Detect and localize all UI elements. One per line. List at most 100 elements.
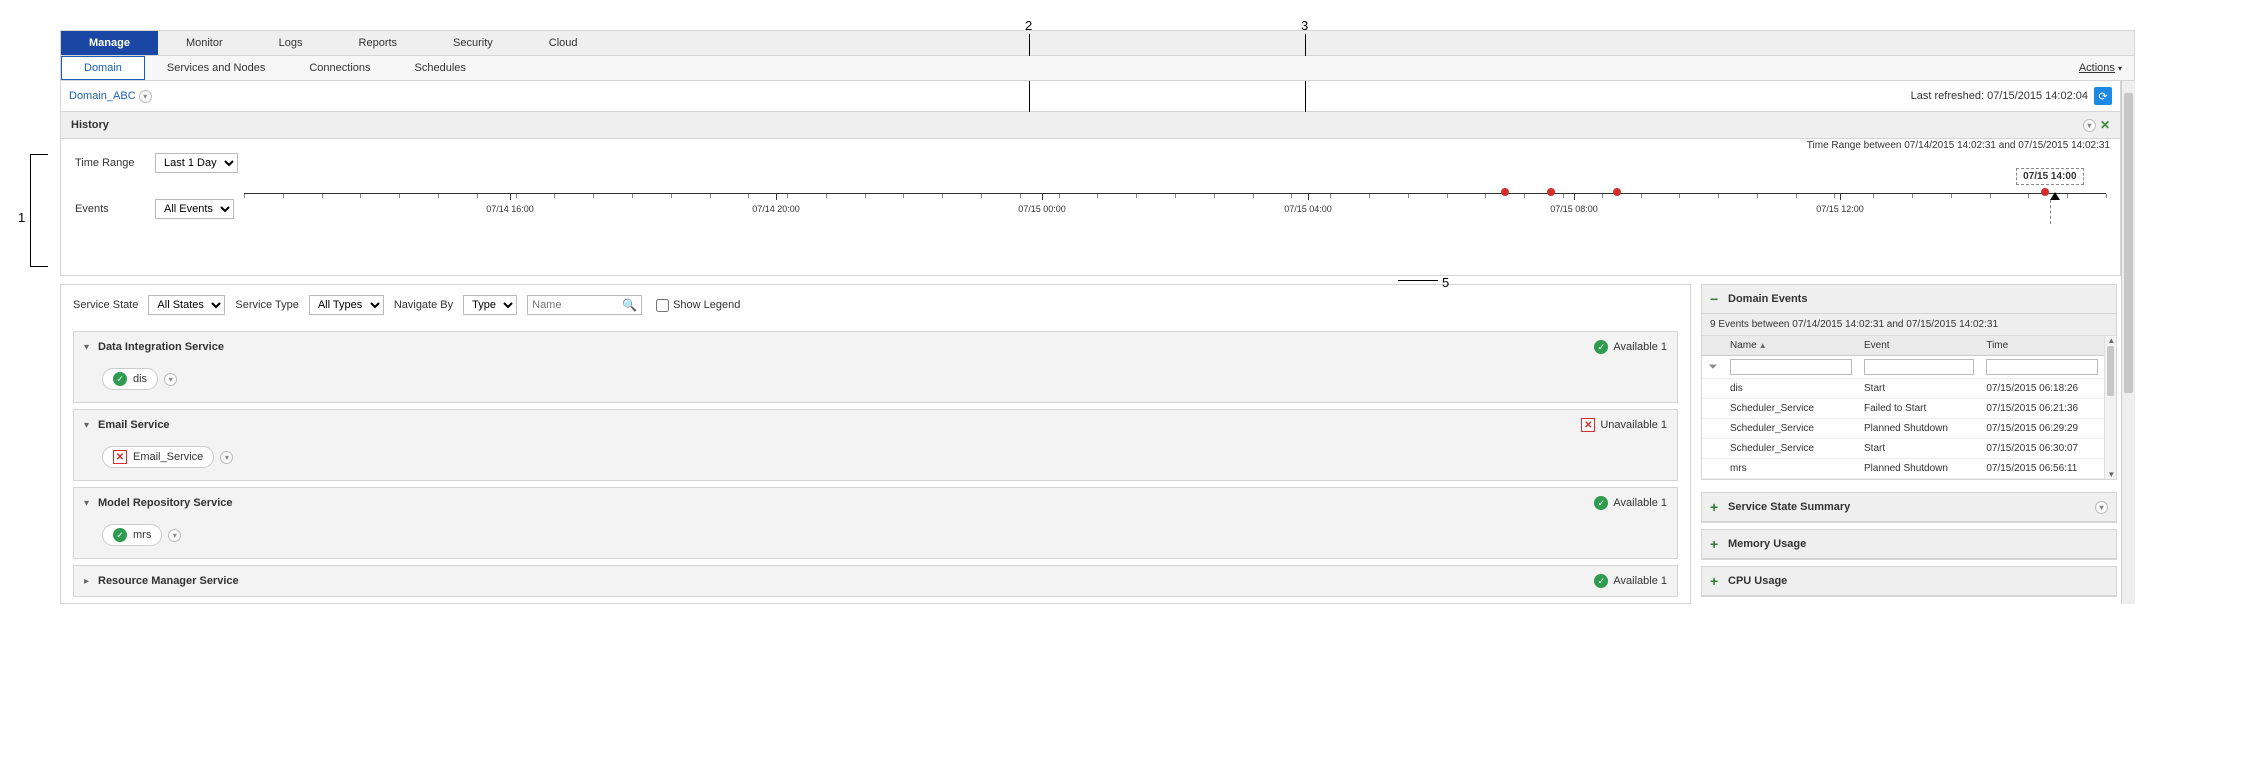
service-group-header[interactable]: ▾Data Integration Service✓Available 1	[74, 332, 1677, 362]
service-group-header[interactable]: ▾Email Service✕Unavailable 1	[74, 410, 1677, 440]
domain-events-subtitle: 9 Events between 07/14/2015 14:02:31 and…	[1702, 314, 2116, 336]
timeline-event-dot[interactable]	[1547, 188, 1555, 196]
service-item[interactable]: ✓ dis	[102, 368, 158, 390]
events-row[interactable]: Scheduler_ServiceFailed to Start07/15/20…	[1702, 399, 2104, 419]
history-menu-icon[interactable]: ▾	[2083, 119, 2096, 132]
service-group-title: Email Service	[98, 419, 170, 431]
events-row[interactable]: disStart07/15/2015 06:18:26	[1702, 379, 2104, 399]
status-ok-icon: ✓	[113, 372, 127, 386]
tab-monitor[interactable]: Monitor	[158, 31, 251, 55]
side-panel-title: Memory Usage	[1728, 538, 1806, 550]
service-status-text: Available 1	[1613, 497, 1667, 509]
service-item-name: mrs	[133, 529, 151, 541]
page-scrollbar[interactable]	[2121, 81, 2135, 604]
tab-manage[interactable]: Manage	[61, 31, 158, 55]
tab-cloud[interactable]: Cloud	[521, 31, 606, 55]
event-name: Scheduler_Service	[1724, 399, 1858, 419]
history-range-text: Time Range between 07/14/2015 14:02:31 a…	[1807, 140, 2110, 151]
chevron-icon: ▾	[84, 498, 94, 509]
service-state-label: Service State	[73, 299, 138, 311]
events-row[interactable]: Scheduler_ServicePlanned Shutdown07/15/2…	[1702, 419, 2104, 439]
status-error-icon: ✕	[1581, 418, 1595, 432]
collapse-icon[interactable]: −	[1710, 291, 1724, 307]
secondary-nav: DomainServices and NodesConnectionsSched…	[60, 56, 2135, 81]
events-col-header[interactable]: Event	[1858, 336, 1980, 356]
timeline-marker-arrow[interactable]	[2050, 192, 2060, 200]
service-group-header[interactable]: ▸Resource Manager Service✓Available 1	[74, 566, 1677, 596]
primary-nav: ManageMonitorLogsReportsSecurityCloud	[60, 30, 2135, 56]
expand-icon[interactable]: +	[1710, 499, 1724, 515]
events-row[interactable]: mrsPlanned Shutdown07/15/2015 06:56:11	[1702, 459, 2104, 479]
service-item-name: dis	[133, 373, 147, 385]
timeline-tick-label: 07/15 08:00	[1550, 204, 1598, 214]
status-ok-icon: ✓	[113, 528, 127, 542]
service-item-menu-icon[interactable]: ▾	[220, 451, 233, 464]
service-item[interactable]: ✓ mrs	[102, 524, 162, 546]
timeline[interactable]: 07/14 16:0007/14 20:0007/15 00:0007/15 0…	[244, 193, 2106, 233]
service-search-input[interactable]	[532, 299, 622, 311]
timeline-tick-label: 07/15 12:00	[1816, 204, 1864, 214]
side-panel-header[interactable]: +Service State Summary▾	[1702, 493, 2116, 522]
history-title: History	[71, 119, 109, 131]
side-panel-header[interactable]: + Memory Usage	[1702, 530, 2116, 559]
subtab-services-and-nodes[interactable]: Services and Nodes	[145, 57, 287, 79]
events-scrollbar[interactable]: ▲ ▼	[2104, 336, 2116, 479]
tab-reports[interactable]: Reports	[331, 31, 426, 55]
events-row[interactable]: Scheduler_ServiceStart07/15/2015 06:30:0…	[1702, 439, 2104, 459]
side-panel: +Service State Summary▾	[1701, 492, 2117, 523]
service-group: ▾Data Integration Service✓Available 1 ✓ di…	[73, 331, 1678, 403]
service-item-menu-icon[interactable]: ▾	[168, 529, 181, 542]
service-group: ▸Resource Manager Service✓Available 1	[73, 565, 1678, 597]
filter-event-input[interactable]	[1864, 359, 1974, 375]
history-header: History ▾ ✕	[61, 112, 2120, 139]
timeline-tick-label: 07/14 20:00	[752, 204, 800, 214]
service-search[interactable]: 🔍	[527, 295, 642, 315]
last-refreshed-text: Last refreshed: 07/15/2015 14:02:04	[1911, 90, 2088, 102]
event-time: 07/15/2015 06:21:36	[1980, 399, 2104, 419]
tab-security[interactable]: Security	[425, 31, 521, 55]
timeline-event-dot[interactable]	[1613, 188, 1621, 196]
timeline-event-dot[interactable]	[2041, 188, 2049, 196]
subtab-schedules[interactable]: Schedules	[393, 57, 488, 79]
timeline-tick-label: 07/14 16:00	[486, 204, 534, 214]
tab-logs[interactable]: Logs	[251, 31, 331, 55]
service-state-select[interactable]: All States	[148, 295, 225, 315]
filter-time-input[interactable]	[1986, 359, 2098, 375]
event-name: dis	[1724, 379, 1858, 399]
events-filter-select[interactable]: All Events	[155, 199, 234, 219]
callout-1: 1	[18, 210, 25, 225]
event-name: Scheduler_Service	[1724, 439, 1858, 459]
events-col-header[interactable]: Name▲	[1724, 336, 1858, 356]
service-group-header[interactable]: ▾Model Repository Service✓Available 1	[74, 488, 1677, 518]
service-group: ▾Model Repository Service✓Available 1 ✓ mr…	[73, 487, 1678, 559]
timeline-event-dot[interactable]	[1501, 188, 1509, 196]
show-legend-checkbox[interactable]	[656, 299, 669, 312]
actions-menu[interactable]: Actions ▾	[2067, 57, 2134, 79]
panel-menu-icon[interactable]: ▾	[2095, 501, 2108, 514]
service-group-title: Resource Manager Service	[98, 575, 239, 587]
refresh-button[interactable]: ⟳	[2094, 87, 2112, 105]
time-range-select[interactable]: Last 1 Day	[155, 153, 238, 173]
domain-events-header[interactable]: − Domain Events	[1702, 285, 2116, 314]
filter-icon[interactable]: ⏷	[1702, 356, 1724, 379]
service-filter-bar: Service State All States Service Type Al…	[61, 285, 1690, 325]
navigate-by-select[interactable]: Type	[463, 295, 517, 315]
expand-icon[interactable]: +	[1710, 536, 1724, 552]
side-panel-header[interactable]: +CPU Usage	[1702, 567, 2116, 596]
search-icon[interactable]: 🔍	[622, 298, 637, 312]
breadcrumb[interactable]: Domain_ABC	[69, 90, 136, 102]
event-type: Planned Shutdown	[1858, 459, 1980, 479]
chevron-icon: ▾	[84, 420, 94, 431]
history-close-icon[interactable]: ✕	[2100, 118, 2110, 132]
timeline-tick-label: 07/15 04:00	[1284, 204, 1332, 214]
service-type-select[interactable]: All Types	[309, 295, 384, 315]
service-item-menu-icon[interactable]: ▾	[164, 373, 177, 386]
expand-icon[interactable]: +	[1710, 573, 1724, 589]
service-status-text: Available 1	[1613, 341, 1667, 353]
service-item[interactable]: ✕Email_Service	[102, 446, 214, 468]
breadcrumb-dropdown-icon[interactable]: ▾	[139, 90, 152, 103]
subtab-domain[interactable]: Domain	[61, 56, 145, 80]
filter-name-input[interactable]	[1730, 359, 1852, 375]
subtab-connections[interactable]: Connections	[287, 57, 392, 79]
events-col-header[interactable]: Time	[1980, 336, 2104, 356]
